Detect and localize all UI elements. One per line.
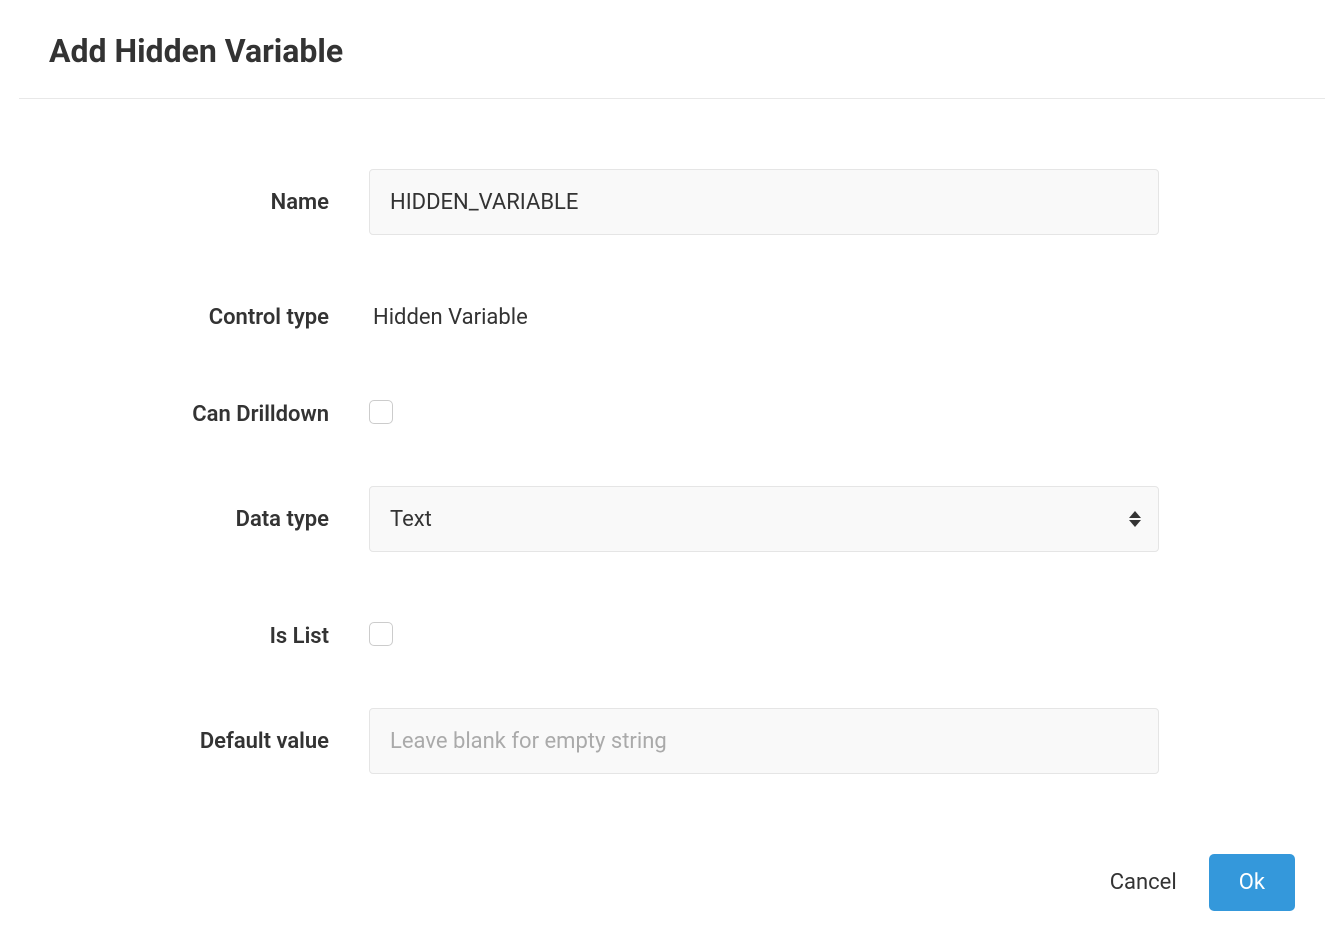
data-type-select-wrap: Text: [369, 486, 1159, 552]
data-type-select[interactable]: Text: [369, 486, 1159, 552]
ok-button[interactable]: Ok: [1209, 854, 1295, 911]
is-list-control-wrap: [369, 622, 1159, 650]
control-type-label: Control type: [49, 305, 369, 330]
is-list-label: Is List: [49, 624, 369, 649]
form-row-name: Name: [49, 169, 1295, 235]
can-drilldown-label: Can Drilldown: [49, 402, 369, 427]
default-value-control-wrap: [369, 708, 1159, 774]
dialog-footer: Cancel Ok: [19, 844, 1325, 941]
default-value-label: Default value: [49, 729, 369, 754]
dialog-title: Add Hidden Variable: [49, 32, 1295, 70]
data-type-label: Data type: [49, 507, 369, 532]
form-row-data-type: Data type Text: [49, 486, 1295, 552]
can-drilldown-checkbox[interactable]: [369, 400, 393, 424]
is-list-checkbox[interactable]: [369, 622, 393, 646]
cancel-button[interactable]: Cancel: [1106, 862, 1181, 903]
control-type-value-wrap: Hidden Variable: [369, 305, 1159, 330]
control-type-value: Hidden Variable: [369, 305, 528, 330]
data-type-control-wrap: Text: [369, 486, 1159, 552]
name-input[interactable]: [369, 169, 1159, 235]
form-row-can-drilldown: Can Drilldown: [49, 400, 1295, 428]
can-drilldown-control-wrap: [369, 400, 1159, 428]
form-row-default-value: Default value: [49, 708, 1295, 774]
dialog-header: Add Hidden Variable: [19, 0, 1325, 99]
form-row-control-type: Control type Hidden Variable: [49, 305, 1295, 330]
default-value-input[interactable]: [369, 708, 1159, 774]
add-hidden-variable-dialog: Add Hidden Variable Name Control type Hi…: [19, 0, 1325, 941]
name-control-wrap: [369, 169, 1159, 235]
dialog-body: Name Control type Hidden Variable Can Dr…: [19, 99, 1325, 844]
form-row-is-list: Is List: [49, 622, 1295, 650]
name-label: Name: [49, 190, 369, 215]
